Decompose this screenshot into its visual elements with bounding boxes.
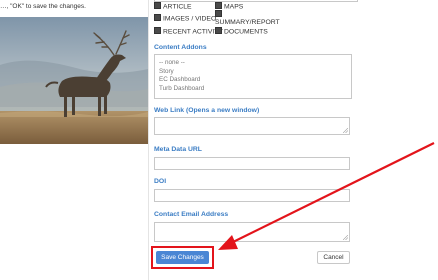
doi-input[interactable]: [154, 189, 350, 202]
checkbox-label: DOCUMENTS: [224, 28, 268, 36]
checkbox-icon[interactable]: [154, 27, 161, 34]
meta-data-url-input[interactable]: [154, 157, 350, 170]
checkbox-icon[interactable]: [154, 2, 161, 9]
web-link-textarea[interactable]: [154, 117, 350, 135]
checkbox-icon[interactable]: [154, 14, 161, 21]
checkbox-recent-activity[interactable]: RECENT ACTIVITY: [154, 27, 223, 36]
doi-label: DOI: [154, 178, 167, 185]
checkbox-images-video[interactable]: IMAGES / VIDEO: [154, 14, 217, 23]
checkbox-documents[interactable]: DOCUMENTS: [215, 27, 268, 36]
save-changes-button[interactable]: Save Changes: [156, 251, 209, 264]
edit-panel: ARTICLE MAPS IMAGES / VIDEO SUMMARY/REPO…: [148, 0, 361, 280]
checkbox-icon[interactable]: [215, 10, 222, 17]
contact-email-textarea[interactable]: [154, 222, 350, 242]
cancel-button[interactable]: Cancel: [317, 251, 350, 264]
checkbox-icon[interactable]: [215, 27, 222, 34]
meta-data-url-label: Meta Data URL: [154, 146, 202, 153]
contact-email-label: Contact Email Address: [154, 211, 229, 218]
checkbox-article[interactable]: ARTICLE: [154, 2, 192, 11]
resize-handle-icon[interactable]: [343, 235, 348, 240]
content-addons-label: Content Addons: [154, 44, 207, 51]
checkbox-label: MAPS: [224, 3, 244, 11]
checkbox-summary-report[interactable]: SUMMARY/REPORT: [215, 10, 280, 27]
listbox-option[interactable]: Story: [155, 68, 351, 77]
elk-photo: [0, 17, 148, 144]
top-input-field[interactable]: [154, 0, 358, 2]
checkbox-icon[interactable]: [215, 2, 222, 9]
instruction-text: …, "OK" to save the changes.: [0, 3, 86, 10]
listbox-option[interactable]: EC Dashboard: [155, 76, 351, 85]
checkbox-label: SUMMARY/REPORT: [215, 19, 280, 27]
listbox-option[interactable]: -- none --: [155, 59, 351, 68]
content-addons-listbox[interactable]: -- none -- Story EC Dashboard Turb Dashb…: [154, 54, 352, 99]
checkbox-label: RECENT ACTIVITY: [163, 28, 223, 36]
web-link-label: Web Link (Opens a new window): [154, 107, 260, 114]
listbox-option[interactable]: Turb Dashboard: [155, 85, 351, 94]
checkbox-label: IMAGES / VIDEO: [163, 15, 217, 23]
resize-handle-icon[interactable]: [343, 128, 348, 133]
checkbox-label: ARTICLE: [163, 3, 192, 11]
